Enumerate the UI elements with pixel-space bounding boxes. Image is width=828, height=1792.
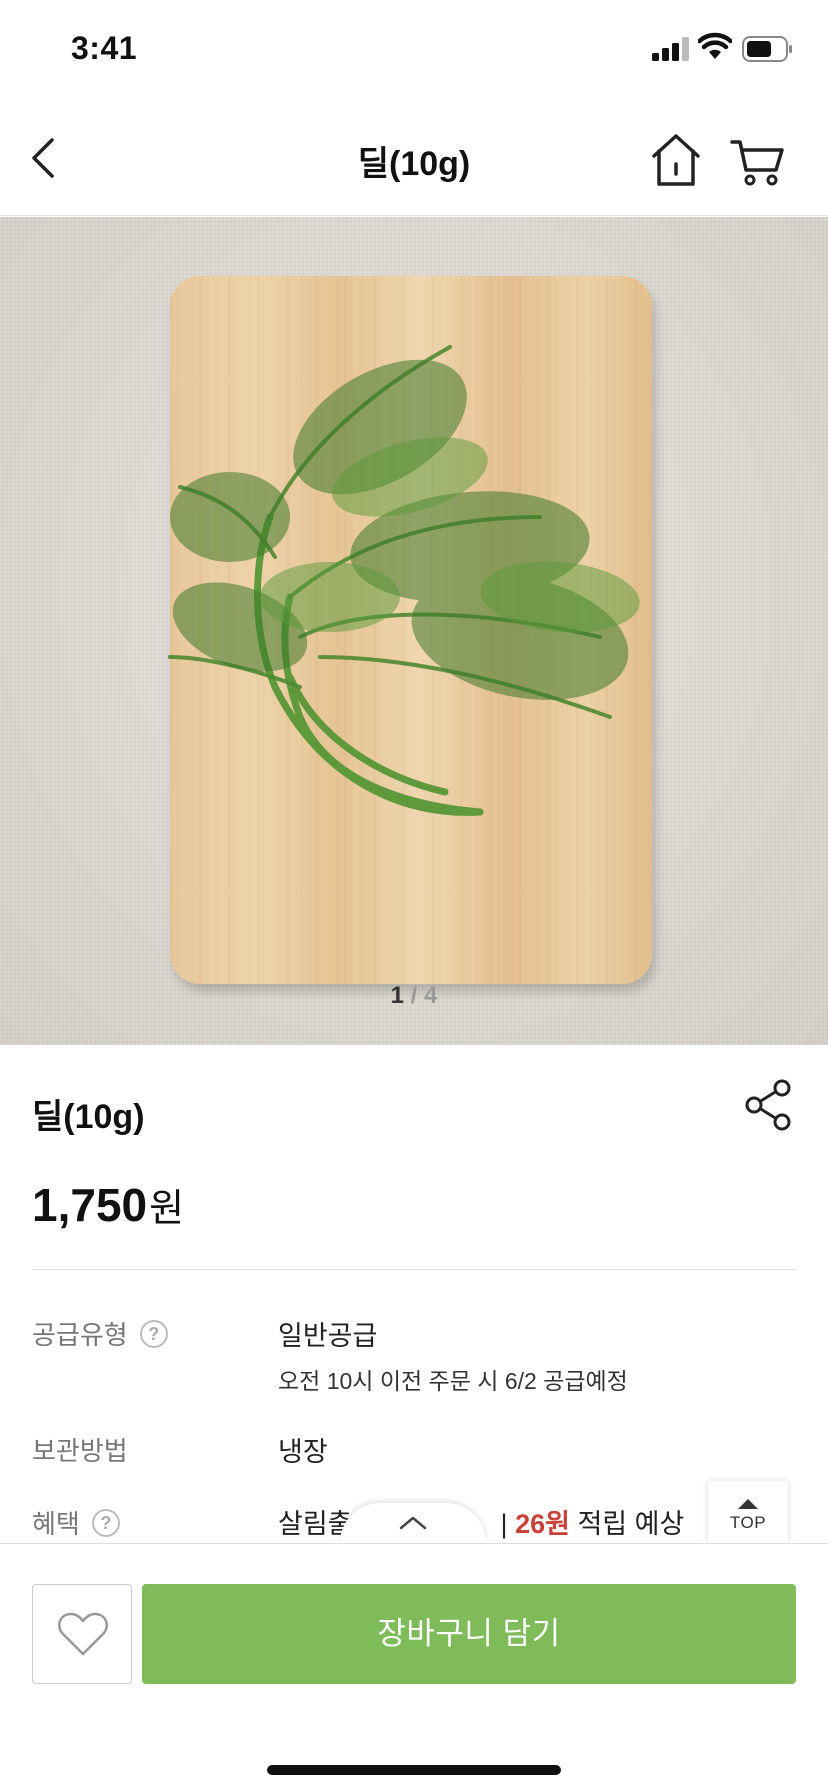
benefit-divider: | xyxy=(500,1509,508,1539)
triangle-up-icon xyxy=(738,1499,758,1509)
battery-icon xyxy=(742,36,792,62)
status-bar: 3:41 xyxy=(0,0,828,100)
status-time: 3:41 xyxy=(71,30,138,66)
supply-type-label-text: 공급유형 xyxy=(32,1320,128,1350)
help-icon[interactable]: ? xyxy=(91,1508,120,1537)
product-name: 딜(10g) xyxy=(32,1098,145,1136)
share-icon[interactable] xyxy=(744,1078,794,1132)
benefit-label: 혜택 ? xyxy=(32,1504,120,1541)
help-icon[interactable]: ? xyxy=(139,1319,168,1348)
image-page-indicator: 1 / 4 xyxy=(0,982,828,1010)
divider xyxy=(32,1269,796,1270)
signal-icon xyxy=(652,37,689,61)
storage-label: 보관방법 xyxy=(32,1431,128,1468)
price-currency: 원 xyxy=(149,1188,185,1230)
wifi-icon xyxy=(698,32,732,59)
supply-schedule-note: 오전 10시 이전 주문 시 6/2 공급예정 xyxy=(278,1368,628,1394)
total-image-count: 4 xyxy=(424,982,438,1009)
bottom-action-bar: 장바구니 담기 xyxy=(0,1543,828,1792)
scroll-top-label: TOP xyxy=(729,1513,767,1532)
home-indicator xyxy=(267,1765,561,1775)
benefit-label-text: 혜택 xyxy=(32,1509,80,1539)
storage-value: 냉장 xyxy=(278,1437,328,1467)
home-icon[interactable] xyxy=(648,132,704,188)
current-image-index: 1 xyxy=(390,982,404,1009)
cart-icon[interactable] xyxy=(730,136,786,188)
heart-icon xyxy=(57,1612,109,1656)
storage-label-text: 보관방법 xyxy=(32,1436,128,1466)
expand-drawer-tab[interactable] xyxy=(340,1503,486,1543)
price-value: 1,750 xyxy=(32,1179,148,1231)
supply-type-value: 일반공급 xyxy=(278,1321,378,1351)
product-price: 1,750원 xyxy=(32,1177,184,1232)
image-index-separator: / xyxy=(410,982,418,1009)
benefit-suffix: 적립 예상 xyxy=(577,1509,685,1539)
supply-type-label: 공급유형 ? xyxy=(32,1315,168,1352)
add-to-cart-button[interactable]: 장바구니 담기 xyxy=(142,1584,796,1684)
product-image-carousel[interactable]: 1 / 4 xyxy=(0,217,828,1045)
wishlist-button[interactable] xyxy=(32,1584,132,1684)
chevron-up-icon xyxy=(399,1516,427,1530)
scroll-top-button[interactable]: TOP xyxy=(708,1481,788,1543)
top-nav: 딜(10g) 0 xyxy=(0,100,828,262)
dill-herb-image xyxy=(168,345,640,816)
benefit-amount: 26원 xyxy=(515,1509,570,1539)
